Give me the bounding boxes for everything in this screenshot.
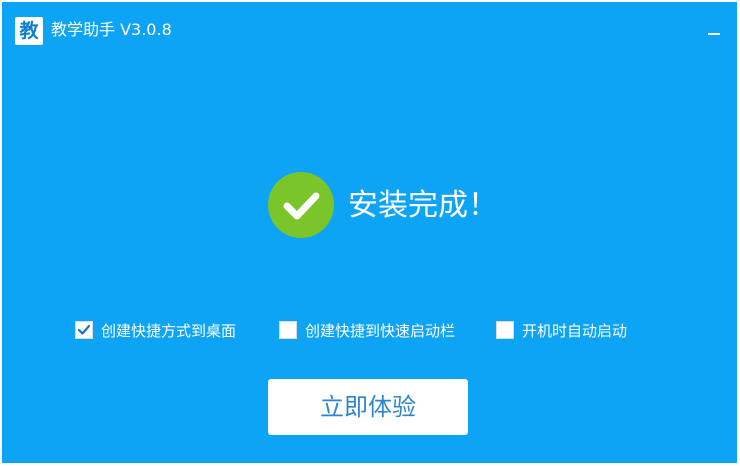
auto-start-label: 开机时自动启动 xyxy=(522,322,628,340)
minimize-button[interactable] xyxy=(700,17,730,43)
window-title: 教学助手 V3.0.8 xyxy=(51,20,172,39)
installer-window: 教 教学助手 V3.0.8 安装完成！ 创建快捷方式到桌面 创建快捷到快速启动栏… xyxy=(2,2,737,463)
check-circle-icon xyxy=(268,172,334,238)
install-complete-message: 安装完成！ xyxy=(348,188,498,223)
app-logo: 教 xyxy=(15,17,43,45)
try-now-button[interactable]: 立即体验 xyxy=(268,379,468,435)
quick-launch-checkbox[interactable] xyxy=(279,321,297,339)
minimize-icon xyxy=(708,33,720,35)
auto-start-checkbox[interactable] xyxy=(496,321,514,339)
title-bar: 教 教学助手 V3.0.8 xyxy=(2,2,737,56)
quick-launch-label: 创建快捷到快速启动栏 xyxy=(305,322,456,340)
desktop-shortcut-label: 创建快捷方式到桌面 xyxy=(101,322,237,340)
desktop-shortcut-checkbox[interactable] xyxy=(75,321,93,339)
